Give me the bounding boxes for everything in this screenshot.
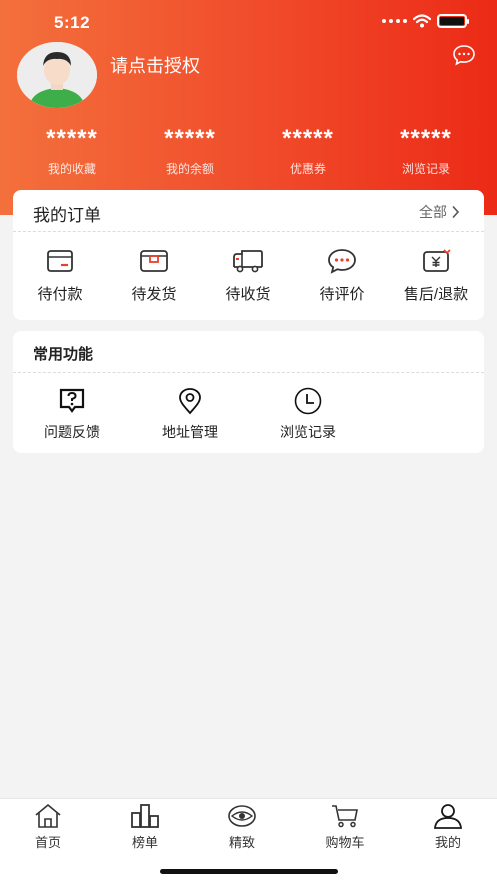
- comment-icon: [328, 249, 356, 274]
- eye-icon: [228, 805, 256, 827]
- home-icon: [35, 803, 61, 828]
- chevron-right-icon: [452, 205, 460, 219]
- user-avatar-icon: [17, 42, 97, 108]
- stat-history[interactable]: ***** 浏览记录: [367, 122, 485, 177]
- chat-bubble-icon[interactable]: [452, 44, 476, 66]
- stat-label: 浏览记录: [401, 162, 450, 176]
- refund-icon: [423, 249, 451, 272]
- order-item-label: 待付款: [37, 286, 83, 303]
- user-name[interactable]: 请点击授权: [110, 52, 200, 78]
- tab-label: 榜单: [131, 835, 158, 850]
- stat-favorites[interactable]: ***** 我的收藏: [13, 122, 131, 177]
- stat-label: 我的收藏: [47, 162, 96, 176]
- stat-label: 优惠券: [289, 162, 326, 176]
- wallet-icon: [47, 250, 73, 272]
- orders-title: 我的订单: [33, 206, 101, 225]
- functions-card: 常用功能 问题反馈 地址管理 浏览记录: [13, 331, 484, 453]
- order-item-label: 售后/退款: [403, 286, 469, 303]
- stat-label: 我的余额: [165, 162, 214, 176]
- stat-value: *****: [282, 125, 334, 152]
- functions-title: 常用功能: [33, 346, 94, 363]
- stat-coupons[interactable]: ***** 优惠券: [249, 122, 367, 177]
- status-time: 5:12: [54, 13, 91, 32]
- address-management-button[interactable]: 地址管理: [140, 387, 240, 442]
- order-item-label: 待评价: [319, 286, 365, 303]
- home-indicator: [160, 869, 338, 874]
- tab-home[interactable]: 首页: [8, 803, 88, 851]
- signal-icon: [382, 19, 407, 23]
- clock-icon: [294, 387, 322, 415]
- user-icon: [434, 804, 462, 829]
- stats-row: ***** 我的收藏 ***** 我的余额 ***** 优惠券 ***** 浏览…: [0, 122, 497, 177]
- order-pending-review[interactable]: 待评价: [295, 248, 389, 304]
- tab-featured[interactable]: 精致: [202, 803, 282, 851]
- location-pin-icon: [179, 388, 201, 415]
- avatar[interactable]: [17, 42, 97, 108]
- function-label: 问题反馈: [44, 424, 100, 440]
- order-pending-payment[interactable]: 待付款: [13, 248, 107, 304]
- tab-ranking[interactable]: 榜单: [105, 803, 185, 851]
- status-bar: 5:12: [0, 0, 497, 44]
- all-orders-link[interactable]: 全部: [419, 202, 460, 222]
- order-after-sales[interactable]: 售后/退款: [389, 248, 483, 304]
- stat-value: *****: [400, 125, 452, 152]
- tab-label: 首页: [34, 835, 61, 850]
- truck-icon: [233, 250, 263, 273]
- order-item-label: 待发货: [131, 286, 177, 303]
- stat-value: *****: [46, 125, 98, 152]
- function-label: 地址管理: [162, 424, 218, 440]
- package-icon: [140, 250, 168, 272]
- tab-label: 我的: [434, 835, 461, 850]
- tab-mine[interactable]: 我的: [408, 803, 488, 851]
- stat-balance[interactable]: ***** 我的余额: [131, 122, 249, 177]
- browse-history-button[interactable]: 浏览记录: [258, 387, 358, 442]
- order-item-label: 待收货: [225, 286, 271, 303]
- orders-header: 我的订单 全部: [13, 190, 484, 232]
- tab-cart[interactable]: 购物车: [305, 803, 385, 851]
- battery-icon: [437, 14, 469, 28]
- stat-value: *****: [164, 125, 216, 152]
- function-label: 浏览记录: [280, 424, 336, 440]
- cart-icon: [332, 805, 358, 828]
- question-feedback-icon: [59, 388, 85, 413]
- all-orders-label: 全部: [419, 204, 447, 220]
- feedback-button[interactable]: 问题反馈: [22, 387, 122, 442]
- order-pending-shipment[interactable]: 待发货: [107, 248, 201, 304]
- functions-header: 常用功能: [13, 331, 484, 373]
- status-icons: [382, 14, 469, 28]
- wifi-icon: [413, 14, 431, 28]
- tab-label: 精致: [228, 835, 255, 850]
- orders-card: 我的订单 全部 待付款 待发货 待收货 待评价 售后/退款: [13, 190, 484, 320]
- order-pending-receipt[interactable]: 待收货: [201, 248, 295, 304]
- ranking-icon: [131, 804, 159, 828]
- tab-label: 购物车: [325, 835, 365, 850]
